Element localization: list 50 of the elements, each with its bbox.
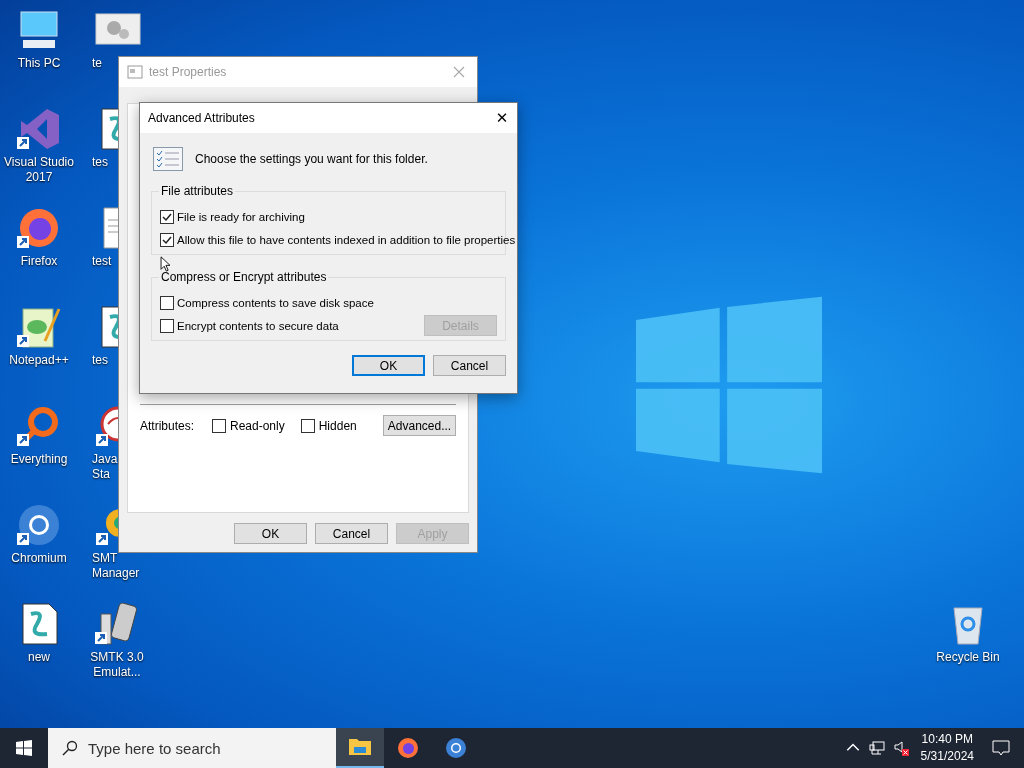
clock-date[interactable]: 5/31/2024 bbox=[920, 748, 974, 765]
window-title: test Properties bbox=[149, 65, 228, 79]
close-button[interactable]: ✕ bbox=[487, 103, 517, 133]
dialog-button[interactable]: OK bbox=[352, 355, 425, 376]
group-title: File attributes bbox=[159, 184, 236, 198]
desktop-icon-label[interactable]: Notepad++ bbox=[9, 353, 69, 368]
dialog-button[interactable]: Cancel bbox=[433, 355, 506, 376]
mouse-pointer-icon bbox=[160, 256, 171, 272]
volume-muted-icon[interactable] bbox=[892, 740, 909, 756]
desktop-icon-label[interactable]: tes bbox=[92, 353, 108, 368]
dialog-button[interactable]: Cancel bbox=[315, 523, 388, 544]
intro-text: Choose the settings you want for this folder. bbox=[195, 152, 428, 166]
taskbar-button[interactable] bbox=[336, 728, 384, 768]
dialog-button[interactable]: OK bbox=[234, 523, 307, 544]
checkbox[interactable] bbox=[160, 232, 174, 247]
checkbox[interactable] bbox=[160, 318, 174, 333]
network-icon[interactable] bbox=[868, 740, 885, 756]
dialog-title: Advanced Attributes bbox=[148, 111, 256, 125]
window-icon bbox=[127, 65, 143, 79]
desktop-icon-label[interactable]: Recycle Bin bbox=[936, 650, 1000, 665]
attributes-label: Attributes: bbox=[140, 418, 196, 433]
group-title: Compress or Encrypt attributes bbox=[159, 270, 329, 284]
checkbox[interactable] bbox=[160, 295, 174, 310]
desktop-icon-label[interactable]: This PC bbox=[17, 56, 61, 71]
checkbox[interactable] bbox=[160, 209, 174, 224]
desktop-icon-label[interactable]: new bbox=[28, 650, 50, 665]
checkbox-label: Encrypt contents to secure data bbox=[177, 319, 339, 332]
checkbox-label: Compress contents to save disk space bbox=[177, 296, 374, 309]
desktop-icon-label[interactable]: Firefox bbox=[20, 254, 58, 269]
checkbox-label: File is ready for archiving bbox=[177, 210, 305, 223]
desktop-icon-label[interactable]: Chromium bbox=[11, 551, 67, 566]
clock-time[interactable]: 10:40 PM bbox=[921, 731, 973, 748]
desktop-icon-label[interactable]: Java Sta bbox=[92, 452, 118, 482]
desktop-icon-label[interactable]: te bbox=[92, 56, 102, 71]
checkbox-label: Hidden bbox=[318, 418, 357, 433]
desktop-icon-label[interactable]: Everything bbox=[10, 452, 68, 467]
desktop-icon-label[interactable]: tes bbox=[92, 155, 108, 170]
desktop-icon-label[interactable]: SMTK 3.0 Emulat... bbox=[86, 650, 148, 680]
checkbox-label: Read-only bbox=[230, 418, 285, 433]
desktop-icon-label[interactable]: test bbox=[92, 254, 112, 269]
checklist-icon bbox=[153, 147, 183, 171]
search-icon bbox=[62, 740, 78, 756]
advanced-button[interactable]: Advanced... bbox=[383, 415, 456, 436]
search-field[interactable]: Type here to search bbox=[48, 728, 336, 768]
checkbox[interactable] bbox=[300, 418, 315, 433]
checkbox[interactable] bbox=[212, 418, 226, 433]
checkbox-label: Allow this file to have contents indexed in addition to file properties bbox=[177, 233, 516, 246]
desktop-icon-label[interactable]: SMT Manager bbox=[92, 551, 140, 581]
notification-icon[interactable] bbox=[992, 740, 1010, 756]
desktop-icon-label[interactable]: Visual Studio 2017 bbox=[1, 155, 77, 185]
